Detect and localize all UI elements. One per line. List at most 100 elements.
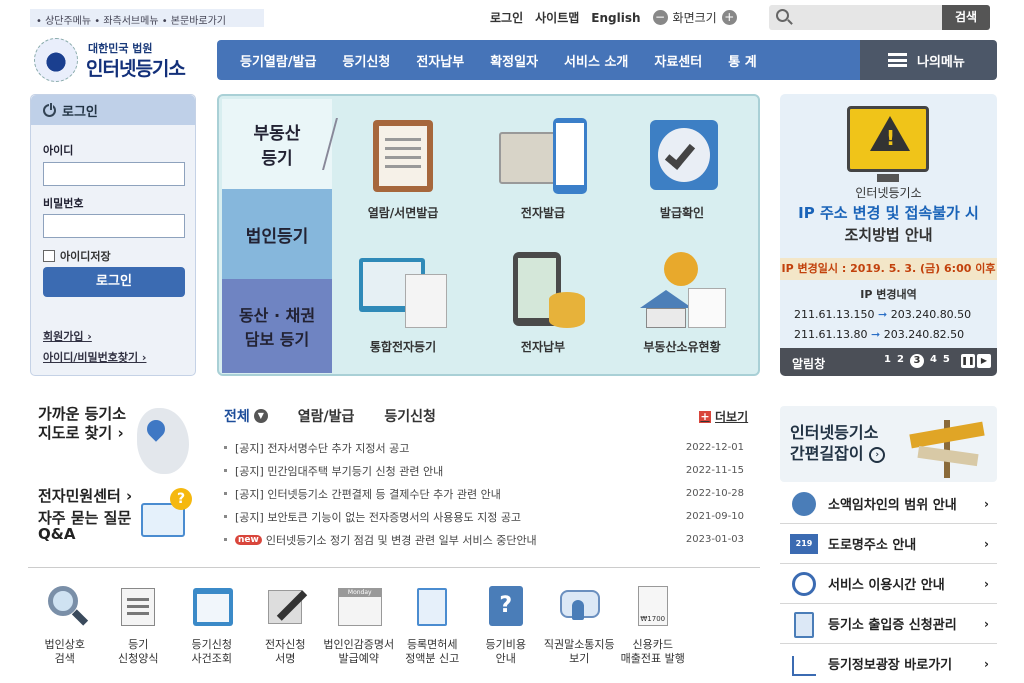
category-real-estate[interactable]: 부동산 등기 — [222, 99, 332, 189]
quick-cost-guide[interactable]: ? 등기비용 안내 — [469, 584, 543, 666]
service-list: 소액임차인의 범위 안내 › 219 도로명주소 안내 › 서비스 이용시간 안내 ›… — [780, 484, 997, 683]
calendar-month: Monday — [337, 588, 382, 597]
e-civil-center-link[interactable]: 전자민원센터 › — [38, 485, 132, 506]
category-corporation[interactable]: 법인등기 — [222, 189, 332, 279]
nav-item-fixed-date[interactable]: 확정일자 — [477, 51, 551, 70]
quick-forms[interactable]: 등기 신청양식 — [102, 584, 176, 666]
password-input[interactable] — [43, 214, 185, 238]
quick-seal-reservation[interactable]: Monday 법인인감증명서 발급예약 — [322, 584, 396, 666]
chevron-right-icon: › — [984, 576, 989, 591]
page-dot[interactable]: 2 — [897, 354, 904, 368]
list-item[interactable]: new 인터넷등기소 정기 점검 및 변경 관련 일부 서비스 중단안내 2023-… — [224, 528, 744, 551]
page-dot[interactable]: 5 — [943, 354, 950, 368]
banner-bar-title: 알림창 — [792, 357, 826, 371]
login-button[interactable]: 로그인 — [43, 267, 185, 297]
calendar-icon: Monday — [336, 584, 382, 628]
service-item-small-tenant[interactable]: 소액임차인의 범위 안내 › — [780, 484, 997, 524]
quick-label: 법인상호 검색 — [44, 638, 85, 665]
magnifier-icon — [42, 584, 88, 628]
next-icon[interactable]: ▶ — [977, 354, 991, 368]
search-input[interactable] — [795, 8, 935, 27]
more-link[interactable]: + 더보기 — [699, 408, 748, 425]
tile-e-payment[interactable]: 전자납부 — [478, 252, 608, 355]
english-link[interactable]: English — [591, 11, 640, 25]
faq-link[interactable]: 자주 묻는 질문 Q&A — [38, 510, 131, 542]
service-item-info-plaza[interactable]: 등기정보광장 바로가기 › — [780, 644, 997, 683]
zoom-out-icon[interactable]: − — [652, 10, 668, 25]
list-item[interactable]: [공지] 보안토큰 기능이 없는 전자증명서의 사용용도 지정 공고 2021-0… — [224, 505, 744, 528]
remember-id-checkbox[interactable] — [43, 250, 55, 262]
service-item-hours[interactable]: 서비스 이용시간 안내 › — [780, 564, 997, 604]
coins-tablet-icon — [497, 252, 589, 328]
banner-headline: IP 주소 변경 및 접속불가 시 — [798, 204, 979, 222]
easy-guide-banner[interactable]: 인터넷등기소 간편길잡이 › — [780, 406, 997, 482]
quick-e-sign[interactable]: 전자신청 서명 — [249, 584, 323, 666]
quick-corp-name-search[interactable]: 법인상호 검색 — [28, 584, 102, 666]
category-movable-collateral[interactable]: 동산 · 채권 담보 등기 — [222, 279, 332, 373]
service-item-road-address[interactable]: 219 도로명주소 안내 › — [780, 524, 997, 564]
page-dot[interactable]: 1 — [884, 354, 891, 368]
form-document-icon — [115, 584, 161, 628]
question-icon: ? — [170, 488, 192, 510]
login-link[interactable]: 로그인 — [490, 9, 523, 26]
quick-card-receipt[interactable]: ₩1700 신용카드 매출전표 발행 — [616, 584, 690, 666]
service-item-access-pass[interactable]: 등기소 출입증 신청관리 › — [780, 604, 997, 644]
notice-date: 2021-09-10 — [685, 511, 744, 522]
my-menu-button[interactable]: 나의메뉴 — [860, 40, 997, 80]
quick-cancellation-notice[interactable]: 직권말소통지등 보기 — [543, 584, 617, 666]
notice-banner[interactable]: 인터넷등기소 IP 주소 변경 및 접속불가 시 조치방법 안내 IP 변경일시… — [780, 94, 997, 376]
book-icon — [409, 584, 455, 628]
page-dot-active[interactable]: 3 — [909, 354, 924, 368]
tile-verify-issue[interactable]: 발급확인 — [617, 118, 747, 221]
notice-date: 2022-12-01 — [685, 442, 744, 453]
page-dot[interactable]: 4 — [930, 354, 937, 368]
banner-change-date: IP 변경일시 : 2019. 5. 3. (금) 6:00 이후 — [780, 258, 997, 280]
remember-id[interactable]: 아이디저장 — [43, 248, 111, 264]
skip-links[interactable]: • 상단주메뉴 • 좌측서브메뉴 • 본문바로가기 — [30, 9, 264, 27]
chevron-right-icon: › — [984, 616, 989, 631]
nav-item-registration[interactable]: 등기신청 — [330, 51, 404, 70]
login-panel: 로그인 아이디 비밀번호 아이디저장 로그인 회원가입 › 아이디/비밀번호찾기… — [30, 94, 196, 376]
tab-registration[interactable]: 등기신청 — [384, 406, 436, 426]
tile-label: 발급확인 — [659, 206, 705, 220]
go-icon: › — [869, 446, 886, 463]
tab-all[interactable]: 전체 ▼ — [224, 406, 268, 426]
nav-item-view-issue[interactable]: 등기열람/발급 — [227, 51, 330, 70]
banner-playback: ❚❚ ▶ — [961, 354, 991, 368]
notice-date: 2022-10-28 — [685, 488, 744, 499]
nav-item-resources[interactable]: 자료센터 — [641, 51, 715, 70]
nav-item-statistics[interactable]: 통 계 — [715, 51, 769, 70]
receipt-icon: ₩1700 — [630, 584, 676, 628]
list-item[interactable]: [공지] 인터넷등기소 간편결제 등 결제수단 추가 관련 안내 2022-10-… — [224, 482, 744, 505]
join-link[interactable]: 회원가입 › — [43, 328, 92, 344]
search-button[interactable]: 검색 — [942, 5, 990, 30]
tile-property-ownership[interactable]: 부동산소유현황 — [617, 252, 747, 355]
nav-item-service-intro[interactable]: 서비스 소개 — [551, 51, 641, 70]
quick-case-inquiry[interactable]: 등기신청 사건조회 — [175, 584, 249, 666]
sitemap-link[interactable]: 사이트맵 — [535, 9, 579, 26]
zoom-in-icon[interactable]: + — [721, 10, 737, 25]
quick-license-tax[interactable]: 등록면허세 정액분 신고 — [396, 584, 470, 666]
tile-label: 전자납부 — [520, 340, 566, 354]
ip-old: 211.61.13.150 — [794, 308, 875, 321]
quick-label: 등록면허세 정액분 신고 — [405, 638, 460, 665]
pause-icon[interactable]: ❚❚ — [961, 354, 975, 368]
tab-view-issue[interactable]: 열람/발급 — [298, 406, 355, 426]
find-account-link[interactable]: 아이디/비밀번호찾기 › — [43, 349, 146, 365]
top-links: 로그인 사이트맵 English − 화면크기 + — [490, 9, 737, 26]
tile-integrated-e-registration[interactable]: 통합전자등기 — [338, 252, 468, 355]
tile-e-issue[interactable]: 전자발급 — [478, 118, 608, 221]
house-won-icon — [790, 490, 818, 518]
list-item[interactable]: [공지] 민간임대주택 부기등기 신청 관련 안내 2022-11-15 — [224, 459, 744, 482]
nav-item-e-payment[interactable]: 전자납부 — [403, 51, 477, 70]
tile-label: 열람/서면발급 — [367, 206, 439, 220]
id-input[interactable] — [43, 162, 185, 186]
easy-guide-title: 인터넷등기소 간편길잡이 › — [790, 422, 886, 464]
pen-icon — [262, 584, 308, 628]
site-logo[interactable]: 대한민국 법원 인터넷등기소 — [30, 36, 200, 84]
list-item[interactable]: [공지] 전자서명수단 추가 지정서 공고 2022-12-01 — [224, 436, 744, 459]
find-office-link[interactable]: 가까운 등기소 지도로 찾기 › — [38, 405, 126, 443]
alarm-clock-icon — [790, 570, 818, 598]
tile-view-issue[interactable]: 열람/서면발급 — [338, 118, 468, 221]
quick-label: 법인인감증명서 발급예약 — [323, 638, 395, 665]
